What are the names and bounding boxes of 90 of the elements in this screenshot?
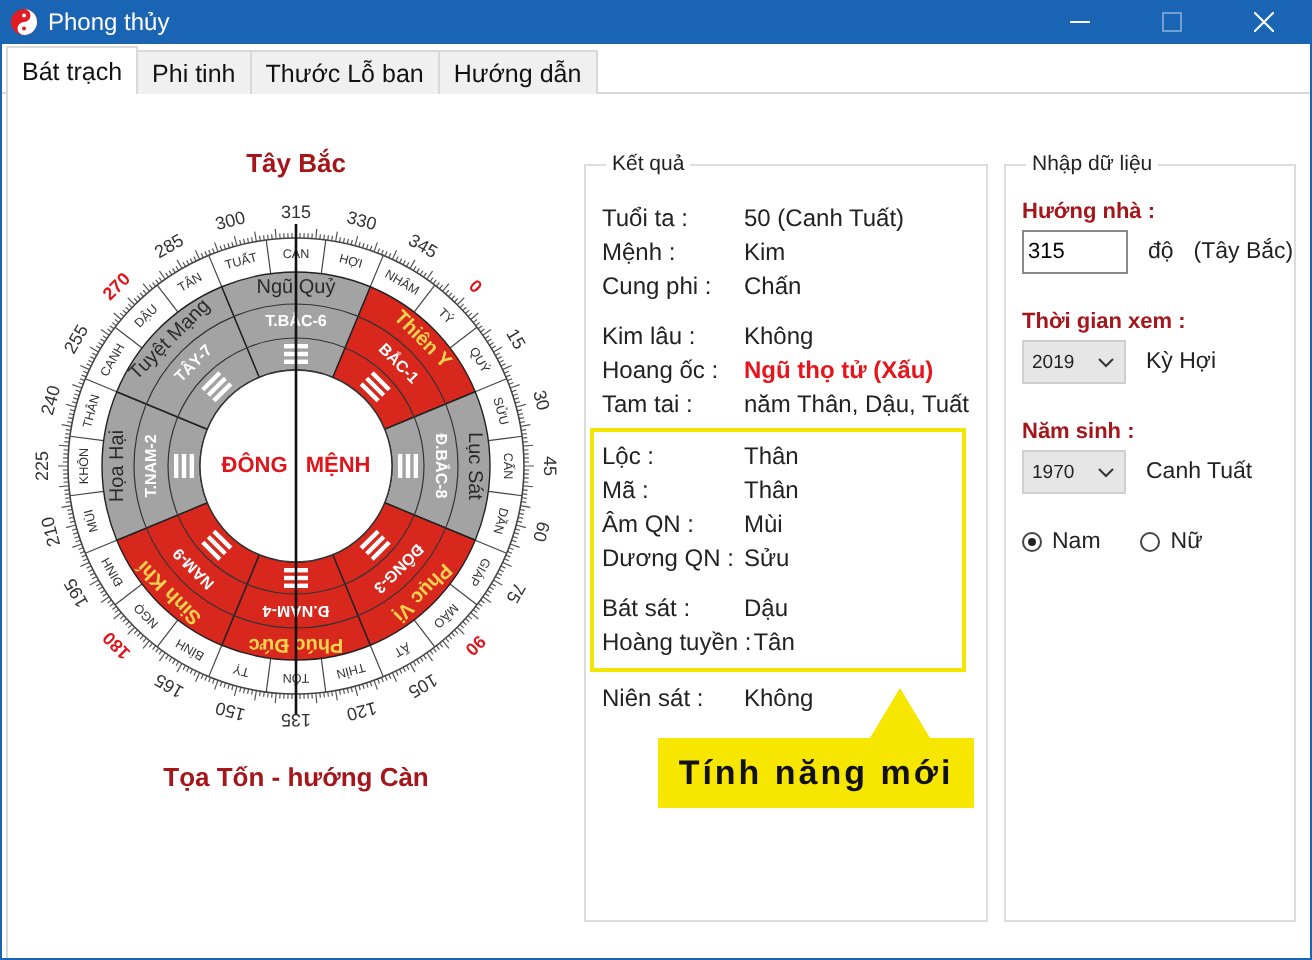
result-value: 50 (Canh Tuất) [744,203,905,231]
result-value: Tân [753,627,795,655]
callout-pointer [870,688,930,738]
input-field[interactable]: 315 [1022,230,1128,274]
yin-yang-icon [10,8,38,36]
sector-palace-label: Đ.BẮC-8 [432,433,450,499]
group-title: Kết quả [610,152,687,176]
result-label: Hoàng tuyền : [602,627,752,655]
result-value: Không [744,683,814,711]
degree-label: 180 [98,627,135,664]
result-value: Dậu [744,593,789,621]
field-note: Canh Tuất [1146,460,1253,484]
result-value: Thân [744,441,799,469]
degree-label: 210 [37,514,65,549]
result-label: Kim lâu : [602,321,698,349]
sector-star-label: Họa Hại [107,429,129,503]
field-note: độ [1148,240,1174,264]
sector-palace-label: Đ.NAM-4 [262,602,330,620]
degree-label: 15 [502,325,530,353]
radio-label[interactable]: Nam [1052,530,1101,554]
degree-label: 120 [344,697,379,725]
result-label: Tam tai : [602,389,695,417]
degree-label: 285 [151,229,187,263]
radio-button[interactable] [1140,532,1161,552]
tab[interactable]: Thước Lỗ ban [249,50,440,94]
trigram-icon [174,454,194,478]
degree-label: 225 [32,450,52,482]
result-value: Không [744,321,814,349]
sector-palace-label: T.NAM-2 [142,434,160,498]
tab[interactable]: Phi tinh [136,50,252,94]
field-label: Năm sinh : [1022,420,1137,444]
sector-star-label: Ngũ Quỷ [256,277,336,299]
window-title: Phong thủy [48,8,172,36]
sector-star-label: Phúc Đức [248,633,344,655]
field-note: (Tây Bắc) [1193,240,1294,264]
trigram-icon [284,568,308,588]
result-value: Mùi [744,509,783,537]
degree-label: 240 [37,383,65,418]
trigram-icon [398,454,418,478]
degree-label: 45 [540,456,560,476]
result-label: Âm QN : [602,509,697,537]
group-title: Nhập dữ liệu [1030,152,1155,176]
close-icon[interactable] [1254,12,1274,32]
result-value: Ngũ thọ tử (Xấu) [744,355,934,383]
radio-button[interactable] [1022,532,1042,552]
degree-label: 0 [465,275,487,297]
radio-label[interactable]: Nữ [1170,530,1203,554]
degree-label: 90 [461,631,490,660]
result-value: Chấn [744,271,802,299]
tab[interactable]: Bát trạch [6,46,139,94]
facing-direction-label: Tây Bắc [246,148,346,178]
result-value: Sửu [744,543,790,571]
result-label: Bát sát : [602,593,693,621]
field-label: Thời gian xem : [1022,310,1188,334]
result-label: Hoang ốc : [602,355,721,383]
result-label: Lộc : [602,441,657,469]
year-dropdown[interactable]: 2019 [1022,340,1126,384]
result-label: Niên sát : [602,683,706,711]
field-note: Kỳ Hợi [1146,350,1217,374]
degree-label: 345 [405,229,441,263]
sector-star-label: Lục Sát [463,432,485,500]
center-label: ĐÔNG MỆNH [221,454,371,478]
result-value: Thân [744,475,799,503]
result-label: Mã : [602,475,651,503]
chevron-down-icon[interactable] [1098,357,1114,367]
year-dropdown[interactable]: 1970 [1022,450,1126,494]
degree-label: 30 [529,388,554,413]
chevron-down-icon[interactable] [1098,467,1114,477]
result-label: Mệnh : [602,237,678,265]
degree-label: 105 [405,669,441,703]
tab[interactable]: Hướng dẫn [437,50,598,94]
degree-label: 150 [213,697,248,725]
result-label: Dương QN : [602,543,736,571]
degree-label: 195 [59,575,93,611]
degree-label: 330 [344,207,379,235]
degree-label: 300 [213,207,248,235]
degree-label: 75 [502,579,530,607]
result-label: Tuổi ta : [602,203,690,231]
orientation-label: Tọa Tốn - hướng Càn [163,762,429,792]
field-label: Hướng nhà : [1022,200,1157,224]
result-value: năm Thân, Dậu, Tuất [744,389,970,417]
degree-label: 270 [98,268,135,305]
degree-label: 315 [280,202,312,222]
trigram-icon [284,344,308,364]
result-label: Cung phi : [602,271,714,299]
degree-label: 165 [151,669,187,703]
degree-label: 135 [280,710,312,730]
degree-label: 255 [59,321,93,357]
result-value: Kim [744,237,786,265]
degree-label: 60 [529,519,554,544]
